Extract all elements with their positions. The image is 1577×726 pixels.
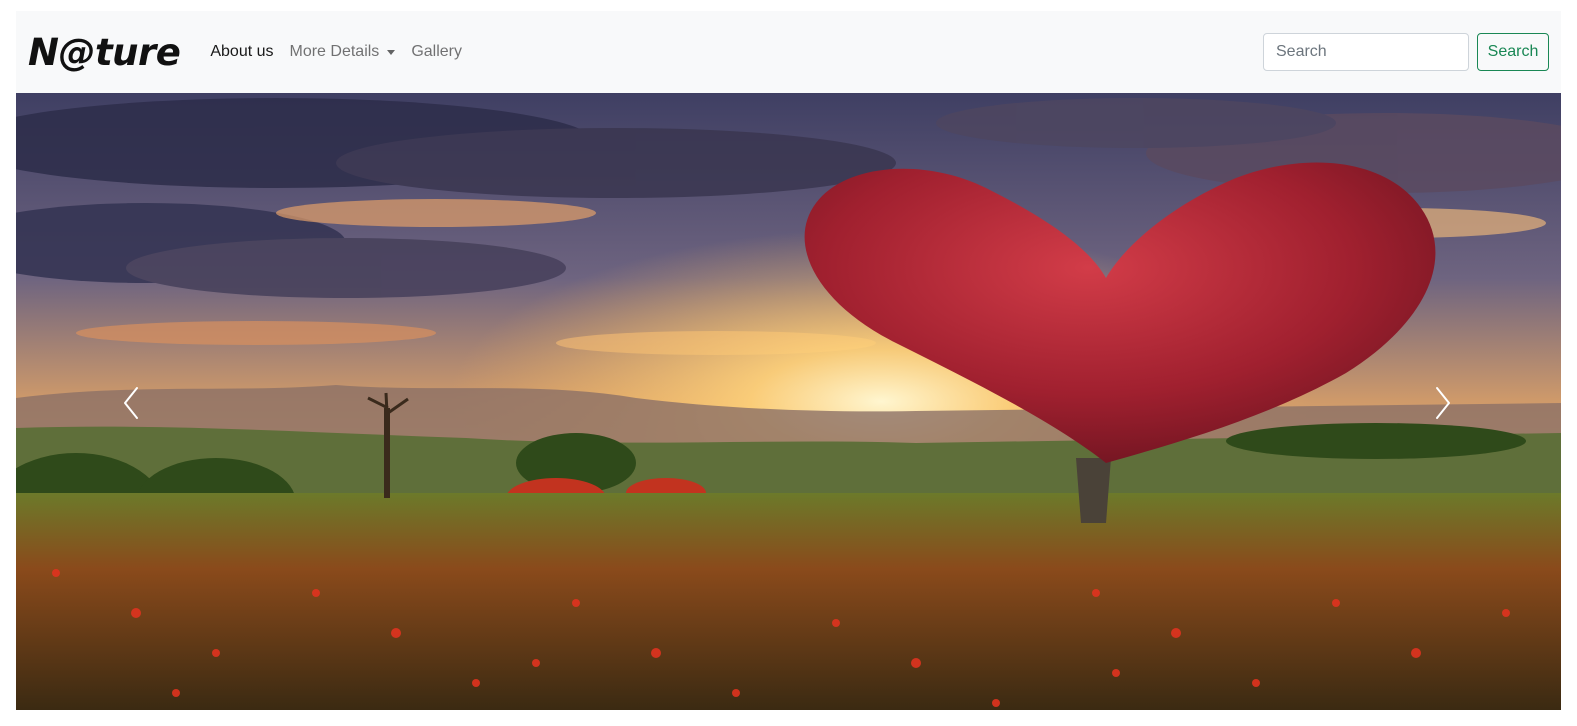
carousel-prev-control[interactable] [101, 363, 161, 443]
nav-link-gallery[interactable]: Gallery [411, 44, 462, 60]
nav-link-more-details-label: More Details [289, 43, 380, 60]
brand-logo[interactable]: N@ture [28, 34, 181, 71]
search-button[interactable]: Search [1477, 33, 1549, 71]
navbar: N@ture About us More Details Gallery Sea… [16, 11, 1561, 93]
caret-down-icon [387, 49, 396, 55]
heart-tree-landscape-image [16, 93, 1561, 710]
chevron-right-icon [1436, 387, 1450, 419]
nav-link-more-details[interactable]: More Details [290, 44, 396, 60]
carousel [16, 93, 1561, 710]
nav-link-about-us[interactable]: About us [210, 44, 273, 60]
search-form: Search [1263, 33, 1549, 71]
carousel-next-control[interactable] [1413, 363, 1473, 443]
search-input[interactable] [1263, 33, 1469, 71]
chevron-left-icon [124, 387, 138, 419]
